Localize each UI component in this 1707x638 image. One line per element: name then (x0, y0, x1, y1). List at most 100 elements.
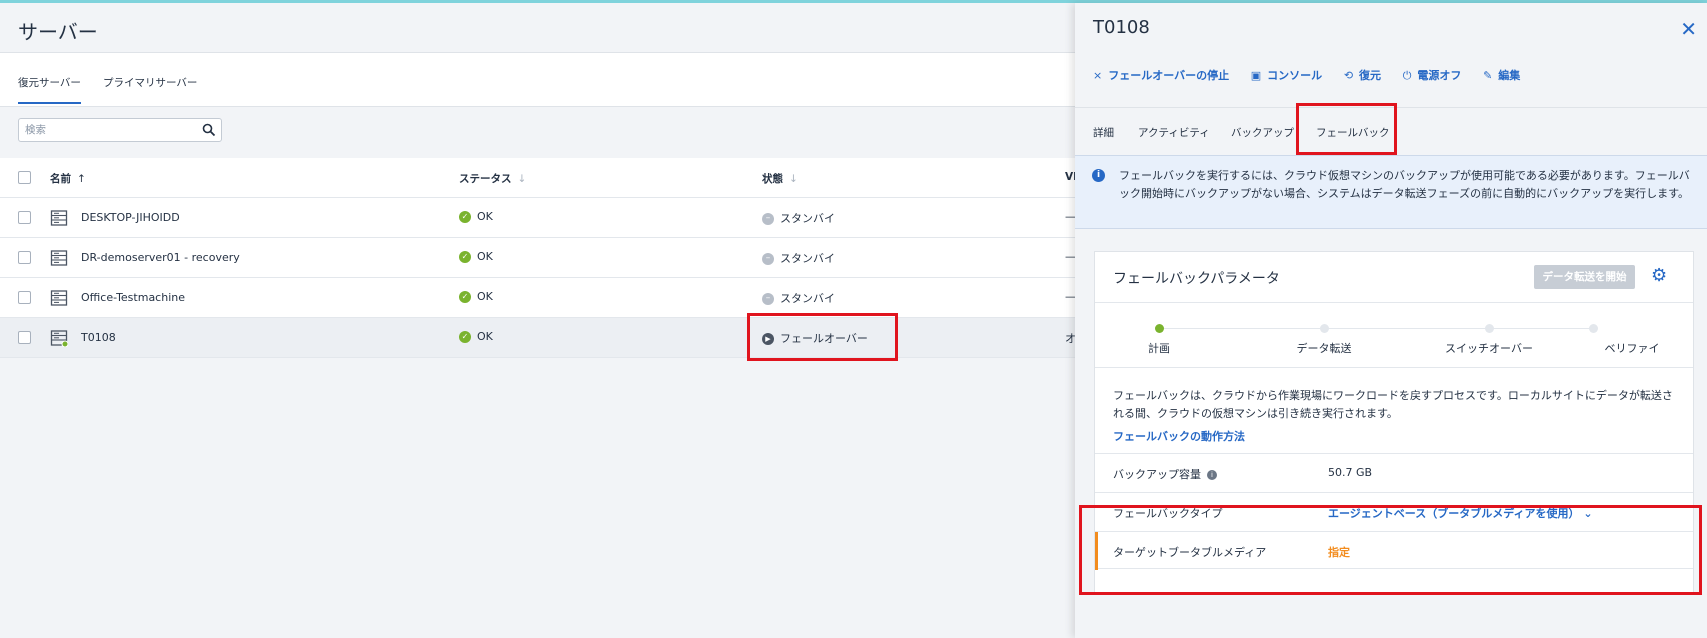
info-banner: i フェールバックを実行するには、クラウド仮想マシンのバックアップが使用可能であ… (1075, 155, 1707, 229)
panel-toolbar: × フェールオーバーの停止 ▣ コンソール ⟲ 復元 ⏻ 電源オフ ✎ 編集 (1093, 67, 1538, 87)
sort-ascending-icon: ↑ (77, 173, 86, 185)
gear-icon[interactable]: ⚙ (1651, 266, 1671, 286)
close-icon: × (1093, 69, 1103, 82)
close-icon[interactable]: ✕ (1680, 19, 1697, 39)
card-divider (1095, 302, 1693, 303)
server-name[interactable]: Office-Testmachine (81, 291, 185, 304)
state-cell: – スタンバイ (762, 290, 835, 306)
table-row-selected[interactable]: T0108 ✓ OK ▶ フェールオーバー オ (0, 318, 1076, 358)
power-off-label: 電源オフ (1417, 69, 1462, 82)
status-text: OK (477, 330, 493, 343)
state-cell: – スタンバイ (762, 210, 835, 226)
step-label-switchover: スイッチオーバー (1445, 342, 1533, 355)
state-cell: – スタンバイ (762, 250, 835, 266)
servers-table: 名前 ↑ ステータス ↓ 状態 ↓ VI DESKTOP-JIHOIDD ✓ OK – (0, 158, 1077, 358)
server-name[interactable]: T0108 (81, 331, 116, 344)
row-checkbox[interactable] (18, 211, 31, 224)
column-header-name[interactable]: 名前 ↑ (50, 171, 86, 186)
table-row[interactable]: DR-demoserver01 - recovery ✓ OK – スタンバイ — (0, 238, 1076, 278)
table-header-row: 名前 ↑ ステータス ↓ 状態 ↓ VI (0, 158, 1077, 198)
step-dot-current (1155, 324, 1164, 333)
ok-check-icon: ✓ (459, 331, 471, 343)
tab-primary-servers[interactable]: プライマリサーバー (103, 75, 197, 90)
backup-size-value: 50.7 GB (1328, 466, 1373, 479)
server-running-icon (50, 330, 68, 347)
column-status-label: ステータス (459, 173, 512, 185)
step-dot (1589, 324, 1598, 333)
standby-icon: – (762, 293, 774, 305)
step-dot (1320, 324, 1329, 333)
state-text: スタンバイ (780, 252, 835, 265)
search-icon[interactable] (202, 123, 216, 137)
stepper-line (1159, 328, 1593, 329)
ok-check-icon: ✓ (459, 291, 471, 303)
step-label-plan: 計画 (1148, 342, 1170, 355)
standby-icon: – (762, 213, 774, 225)
tab-activity[interactable]: アクティビティ (1138, 125, 1210, 140)
column-state-label: 状態 (762, 173, 783, 185)
page-title: サーバー (18, 20, 98, 44)
info-icon[interactable]: i (1207, 470, 1217, 480)
status-text: OK (477, 250, 493, 263)
standby-icon: – (762, 253, 774, 265)
start-data-transfer-button[interactable]: データ転送を開始 (1534, 265, 1635, 289)
server-icon (50, 290, 68, 306)
column-header-status[interactable]: ステータス ↓ (459, 171, 526, 186)
row-checkbox[interactable] (18, 291, 31, 304)
console-icon: ▣ (1250, 69, 1262, 82)
search-box (18, 118, 222, 142)
pencil-icon: ✎ (1483, 69, 1493, 82)
stop-failover-label: フェールオーバーの停止 (1108, 69, 1230, 82)
status-cell: ✓ OK (459, 330, 493, 343)
power-icon: ⏻ (1402, 69, 1412, 82)
server-list-panel: サーバー 復元サーバー プライマリサーバー 名前↑ ステータス↓ 状態↓ VI (0, 3, 1077, 638)
sort-descending-icon: ↓ (789, 173, 798, 185)
server-name[interactable]: DESKTOP-JIHOIDD (81, 211, 180, 224)
stop-failover-button[interactable]: × フェールオーバーの停止 (1093, 67, 1229, 83)
step-label-data-transfer: データ転送 (1296, 342, 1352, 355)
state-text: スタンバイ (780, 292, 835, 305)
table-row[interactable]: Office-Testmachine ✓ OK – スタンバイ — (0, 278, 1076, 318)
highlight-box-failback-tab (1296, 103, 1397, 155)
recover-button[interactable]: ⟲ 復元 (1344, 67, 1381, 83)
edit-button[interactable]: ✎ 編集 (1483, 67, 1520, 83)
ok-check-icon: ✓ (459, 211, 471, 223)
backup-size-label: バックアップ容量 (1113, 468, 1201, 481)
status-text: OK (477, 210, 493, 223)
sort-descending-icon: ↓ (517, 173, 527, 185)
tab-details[interactable]: 詳細 (1093, 125, 1114, 140)
row-checkbox[interactable] (18, 331, 31, 344)
param-label: バックアップ容量 i (1113, 466, 1217, 482)
card-divider (1095, 367, 1693, 368)
state-text: スタンバイ (780, 212, 835, 225)
param-row-backup-size: バックアップ容量 i 50.7 GB (1095, 453, 1693, 491)
server-detail-panel: T0108 ✕ × フェールオーバーの停止 ▣ コンソール ⟲ 復元 ⏻ 電源オフ ✎ 編… (1075, 3, 1707, 638)
recover-label: 復元 (1359, 69, 1382, 82)
edit-label: 編集 (1498, 69, 1521, 82)
status-cell: ✓ OK (459, 290, 493, 303)
console-button[interactable]: ▣ コンソール (1251, 67, 1322, 83)
status-text: OK (477, 290, 493, 303)
tab-backup[interactable]: バックアップ (1231, 125, 1294, 140)
server-icon (50, 250, 68, 266)
progress-stepper: 計画 データ転送 スイッチオーバー ベリファイ (1095, 324, 1693, 364)
console-label: コンソール (1267, 69, 1323, 82)
table-row[interactable]: DESKTOP-JIHOIDD ✓ OK – スタンバイ — (0, 198, 1076, 238)
info-icon: i (1092, 169, 1105, 182)
server-name[interactable]: DR-demoserver01 - recovery (81, 251, 240, 264)
card-title: フェールバックパラメータ (1113, 271, 1280, 287)
failback-description: フェールバックは、クラウドから作業現場にワークロードを戻すプロセスです。ローカル… (1113, 389, 1673, 420)
row-checkbox[interactable] (18, 251, 31, 264)
highlight-box-failover-state (747, 313, 898, 361)
step-dot (1485, 324, 1494, 333)
column-name-label: 名前 (50, 173, 71, 185)
search-input[interactable] (25, 122, 195, 138)
power-off-button[interactable]: ⏻ 電源オフ (1403, 67, 1462, 83)
tab-recovery-servers[interactable]: 復元サーバー (18, 75, 81, 104)
how-failback-works-link[interactable]: フェールバックの動作方法 (1113, 428, 1245, 444)
recover-icon: ⟲ (1343, 69, 1354, 82)
status-cell: ✓ OK (459, 210, 493, 223)
column-header-state[interactable]: 状態 ↓ (762, 171, 798, 186)
server-type-tabs: 復元サーバー プライマリサーバー (0, 53, 1075, 107)
select-all-checkbox[interactable] (18, 171, 31, 184)
